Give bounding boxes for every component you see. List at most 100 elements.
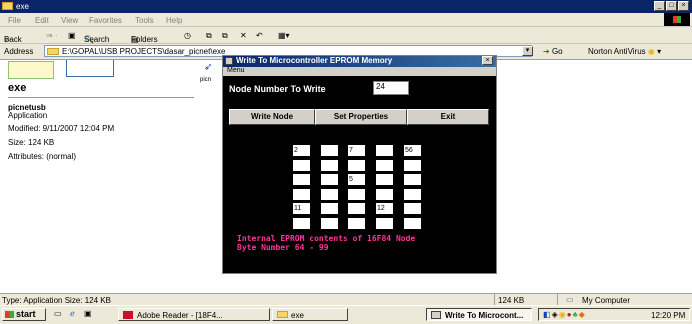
taskbar-exe-folder[interactable]: exe [272,308,348,321]
menu-favorites[interactable]: Favorites [89,16,122,25]
up-folder-icon[interactable]: ▣ [68,31,76,40]
start-button[interactable]: start [2,308,46,321]
minimize-button[interactable]: _ [654,1,665,11]
eprom-cell[interactable] [403,216,422,230]
views-icon[interactable]: ▦▾ [278,31,290,40]
move-to-icon[interactable]: ⧉ [206,31,212,41]
eprom-cell[interactable] [320,216,339,230]
adobe-reader-icon [123,311,133,319]
title-underline [8,97,194,98]
antivirus-icon: ◉ [558,310,567,319]
file-modified: Modified: 9/11/2007 12:04 PM [8,124,115,133]
windows-logo [664,13,690,26]
eprom-cell[interactable]: 5 [347,173,366,186]
copy-to-icon[interactable]: ⧉ [222,31,228,41]
window-title: exe [16,2,29,11]
eprom-cell[interactable] [320,187,339,201]
partial-file-label[interactable]: picn [200,77,211,83]
eprom-cell[interactable]: 7 [347,144,366,157]
quick-launch-desktop-icon[interactable]: ▭ [54,309,62,318]
address-label: Address [4,47,34,56]
window-graphic-icon [66,60,114,77]
delete-icon[interactable]: ✕ [240,31,247,40]
status-size: 124 KB [498,296,525,305]
norton-antivirus-button[interactable]: Norton AntiVirus ◉ ▾ [588,47,661,56]
go-button[interactable]: ➔ Go [543,47,563,56]
status-text: Type: Application Size: 124 KB [2,296,111,305]
exit-button[interactable]: Exit [407,109,489,125]
maximize-button[interactable]: □ [666,1,677,11]
quick-launch-media-icon[interactable]: ▣ [84,309,92,318]
exe-file-icon[interactable]: ➶ [204,62,212,73]
dialog-body: Node Number To Write 24 Write Node Set P… [223,76,496,273]
volume-icon: ◈ [551,310,559,319]
start-label: start [16,309,36,319]
eprom-cell[interactable] [403,187,422,201]
tray-icons[interactable]: ◧◈◉●♣◆ [543,310,586,319]
eprom-cell[interactable] [347,187,366,201]
eprom-cell[interactable] [347,216,366,230]
my-computer-icon: ▭ [566,295,574,304]
eprom-cell[interactable] [292,216,311,230]
eprom-cell[interactable] [403,173,422,186]
history-icon[interactable]: ◷ [184,31,191,40]
update-icon: ◆ [578,310,586,319]
eprom-cell[interactable] [292,158,311,172]
dialog-close-button[interactable]: × [482,56,493,65]
write-node-button[interactable]: Write Node [229,109,315,125]
eprom-cell[interactable] [320,202,339,215]
eprom-info-line-2: Byte Number 64 - 99 [237,243,329,252]
menu-file[interactable]: File [8,16,21,25]
eprom-cell[interactable] [375,173,394,186]
eprom-cell[interactable] [347,202,366,215]
eprom-cell[interactable]: 12 [375,202,394,215]
dialog-title: Write To Microcontroller EPROM Memory [236,56,393,65]
node-number-input[interactable]: 24 [373,81,409,95]
eprom-cell[interactable] [320,158,339,172]
quick-launch-ie-icon[interactable]: ℯ [70,309,75,318]
taskbar-adobe-reader[interactable]: Adobe Reader - [18F4... [118,308,270,321]
eprom-cell[interactable] [375,216,394,230]
taskbar-write-microcontroller[interactable]: Write To Microcont... [426,308,532,321]
details-pane: exe picnetusb Application Modified: 9/11… [0,60,200,296]
address-value: E:\GOPAL\USB PROJECTS\dasar_picnet\exe [62,47,226,56]
menu-tools[interactable]: Tools [135,16,154,25]
eprom-cell[interactable]: 56 [403,144,422,157]
forward-button[interactable]: ⇒ · [46,31,58,40]
eprom-cell[interactable] [292,187,311,201]
eprom-cell[interactable] [403,158,422,172]
eprom-cell[interactable] [292,173,311,186]
eprom-cell[interactable] [320,144,339,157]
eprom-cell[interactable] [403,202,422,215]
status-zone: My Computer [582,296,631,305]
eprom-info-line-1: Internal EPROM contents of 16F84 Node [237,234,416,243]
menu-view[interactable]: View [61,16,78,25]
dialog-menu-item[interactable]: Menu [227,67,245,74]
close-button[interactable]: × [678,1,689,11]
eprom-cell[interactable] [375,144,394,157]
file-attributes: Attributes: (normal) [8,152,77,161]
eprom-cell[interactable] [347,158,366,172]
system-tray: ◧◈◉●♣◆ 12:20 PM [538,308,690,321]
eprom-cell[interactable] [375,187,394,201]
windows-logo-icon [5,311,14,318]
node-number-label: Node Number To Write [229,84,326,94]
folder-icon [277,311,288,318]
toolbar: ⇐ Back ⇒ · ▣ 🔍 Search ▤ Folders ◷ ⧉ ⧉ ✕ ↶ … [0,27,692,44]
undo-icon[interactable]: ↶ [256,31,263,40]
address-dropdown-button[interactable]: ▾ [522,46,533,56]
set-properties-button[interactable]: Set Properties [315,109,407,125]
folder-icon [47,48,59,55]
eprom-cell[interactable]: 11 [292,202,311,215]
menu-help[interactable]: Help [166,16,182,25]
status-divider [494,294,495,305]
eprom-cell[interactable] [320,173,339,186]
app-window-icon [431,311,441,319]
dialog-title-bar: Write To Microcontroller EPROM Memory × [223,56,496,67]
norton-icon: ◉ [647,47,655,56]
eprom-cell[interactable] [375,158,394,172]
eprom-cell[interactable]: 2 [292,144,311,157]
dialog-app-icon [225,57,233,65]
taskbar: start ▭ ℯ ▣ Adobe Reader - [18F4... exe … [0,305,692,324]
menu-edit[interactable]: Edit [35,16,49,25]
